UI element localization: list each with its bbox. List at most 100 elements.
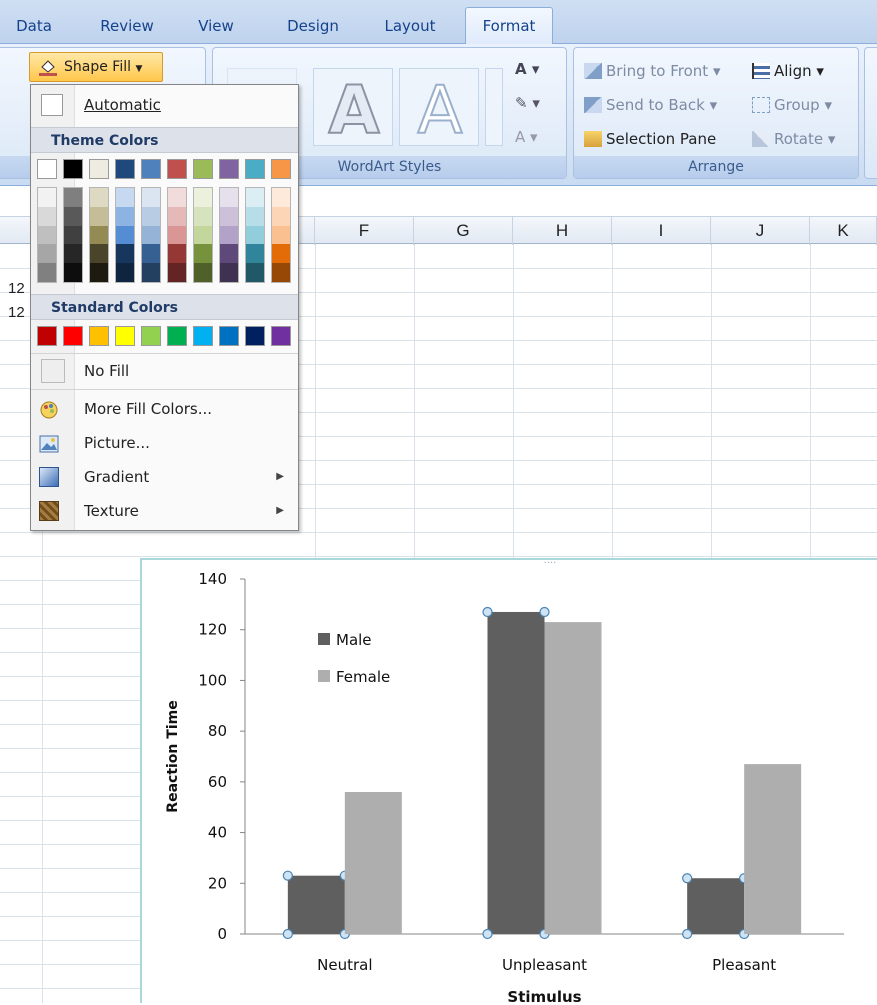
more-fill-colors-option[interactable]: More Fill Colors... [31,393,298,425]
selection-handle[interactable] [682,873,693,884]
theme-shade-swatch[interactable] [220,244,238,264]
text-outline-icon[interactable]: ✎ ▾ [515,92,540,114]
bar-male[interactable] [487,611,545,934]
bar-male[interactable] [687,878,745,934]
theme-shade-swatch[interactable] [38,206,56,226]
theme-shade-swatch[interactable] [116,206,134,226]
rotate-button[interactable]: Rotate ▾ [752,128,835,150]
standard-color-swatch[interactable] [63,326,83,346]
theme-shade-swatch[interactable] [142,263,160,282]
selection-handle[interactable] [282,870,293,881]
theme-shade-swatch[interactable] [168,244,186,264]
theme-shade-swatch[interactable] [272,188,290,207]
theme-shade-swatch[interactable] [168,225,186,245]
theme-shade-swatch[interactable] [90,263,108,282]
selection-handle[interactable] [282,928,293,940]
wordart-style-2[interactable]: A [313,68,393,146]
column-header-k[interactable]: K [810,217,877,245]
standard-color-swatch[interactable] [141,326,161,346]
legend-swatch-male[interactable] [318,633,330,645]
shape-fill-button[interactable]: Shape Fill ▼ [29,52,163,82]
theme-shade-swatch[interactable] [272,225,290,245]
theme-shade-swatch[interactable] [116,244,134,264]
theme-shade-swatch[interactable] [272,263,290,282]
theme-shade-swatch[interactable] [220,188,238,207]
theme-shade-swatch[interactable] [246,244,264,264]
bar-female[interactable] [544,622,602,934]
tab-data[interactable]: Data [4,8,64,44]
standard-color-swatch[interactable] [193,326,213,346]
theme-shade-swatch[interactable] [64,263,82,282]
text-fill-icon[interactable]: A ▾ [515,58,539,80]
bar-female[interactable] [744,764,802,934]
standard-color-swatch[interactable] [167,326,187,346]
column-header-j[interactable]: J [711,217,810,245]
theme-shade-swatch[interactable] [142,225,160,245]
standard-color-swatch[interactable] [219,326,239,346]
theme-shade-swatch[interactable] [194,206,212,226]
column-header-h[interactable]: H [513,217,612,245]
picture-option[interactable]: Picture... [31,427,298,459]
theme-shade-swatch[interactable] [64,188,82,207]
theme-shade-swatch[interactable] [38,225,56,245]
bar-male[interactable] [287,875,345,934]
column-header-g[interactable]: G [414,217,513,245]
tab-format[interactable]: Format [465,7,553,45]
theme-shade-swatch[interactable] [116,225,134,245]
cell-value[interactable]: 12 [8,304,25,321]
legend-swatch-female[interactable] [318,670,330,682]
theme-color-swatch[interactable] [37,159,57,179]
theme-shade-swatch[interactable] [168,263,186,282]
theme-color-swatch[interactable] [141,159,161,179]
no-fill-option[interactable]: No Fill [31,355,298,387]
theme-shade-swatch[interactable] [142,206,160,226]
send-to-back-button[interactable]: Send to Back ▾ [584,94,717,116]
automatic-option[interactable]: Automatic [31,89,298,121]
group-button[interactable]: Group ▾ [752,94,832,116]
texture-option[interactable]: Texture ▶ [31,495,298,527]
theme-shade-swatch[interactable] [64,244,82,264]
tab-layout[interactable]: Layout [370,8,450,44]
theme-shade-swatch[interactable] [38,188,56,207]
legend-label[interactable]: Male [336,631,372,649]
theme-shade-swatch[interactable] [194,263,212,282]
align-button[interactable]: Align ▾ [752,60,824,82]
theme-color-swatch[interactable] [245,159,265,179]
standard-color-swatch[interactable] [89,326,109,346]
theme-shade-swatch[interactable] [168,206,186,226]
theme-color-swatch[interactable] [219,159,239,179]
cell-value[interactable]: 12 [8,280,25,297]
theme-color-swatch[interactable] [271,159,291,179]
theme-shade-swatch[interactable] [272,244,290,264]
theme-shade-swatch[interactable] [142,244,160,264]
theme-color-swatch[interactable] [167,159,187,179]
bar-female[interactable] [344,792,402,934]
bar-chart[interactable]: 0 20 40 60 80 100 120 140 Neutral Unpleasant Pleas… [142,560,877,1005]
theme-shade-swatch[interactable] [64,225,82,245]
theme-shade-swatch[interactable] [38,263,56,282]
selection-handle[interactable] [682,928,693,940]
column-header-f[interactable]: F [315,217,414,245]
selection-handle[interactable] [482,928,493,940]
theme-shade-swatch[interactable] [90,188,108,207]
tab-design[interactable]: Design [272,8,354,44]
theme-shade-swatch[interactable] [272,206,290,226]
chart-resize-handle[interactable]: ···· [544,560,557,569]
gradient-option[interactable]: Gradient ▶ [31,461,298,493]
standard-color-swatch[interactable] [271,326,291,346]
theme-shade-swatch[interactable] [142,188,160,207]
theme-color-swatch[interactable] [115,159,135,179]
theme-shade-swatch[interactable] [116,188,134,207]
theme-shade-swatch[interactable] [194,225,212,245]
theme-shade-swatch[interactable] [90,206,108,226]
legend-label[interactable]: Female [336,668,390,686]
theme-shade-swatch[interactable] [246,206,264,226]
standard-color-swatch[interactable] [37,326,57,346]
theme-shade-swatch[interactable] [64,206,82,226]
standard-color-swatch[interactable] [115,326,135,346]
selection-handle[interactable] [482,606,493,618]
tab-review[interactable]: Review [86,8,168,44]
theme-shade-swatch[interactable] [38,244,56,264]
selection-pane-button[interactable]: Selection Pane [584,128,716,150]
column-header-i[interactable]: I [612,217,711,245]
